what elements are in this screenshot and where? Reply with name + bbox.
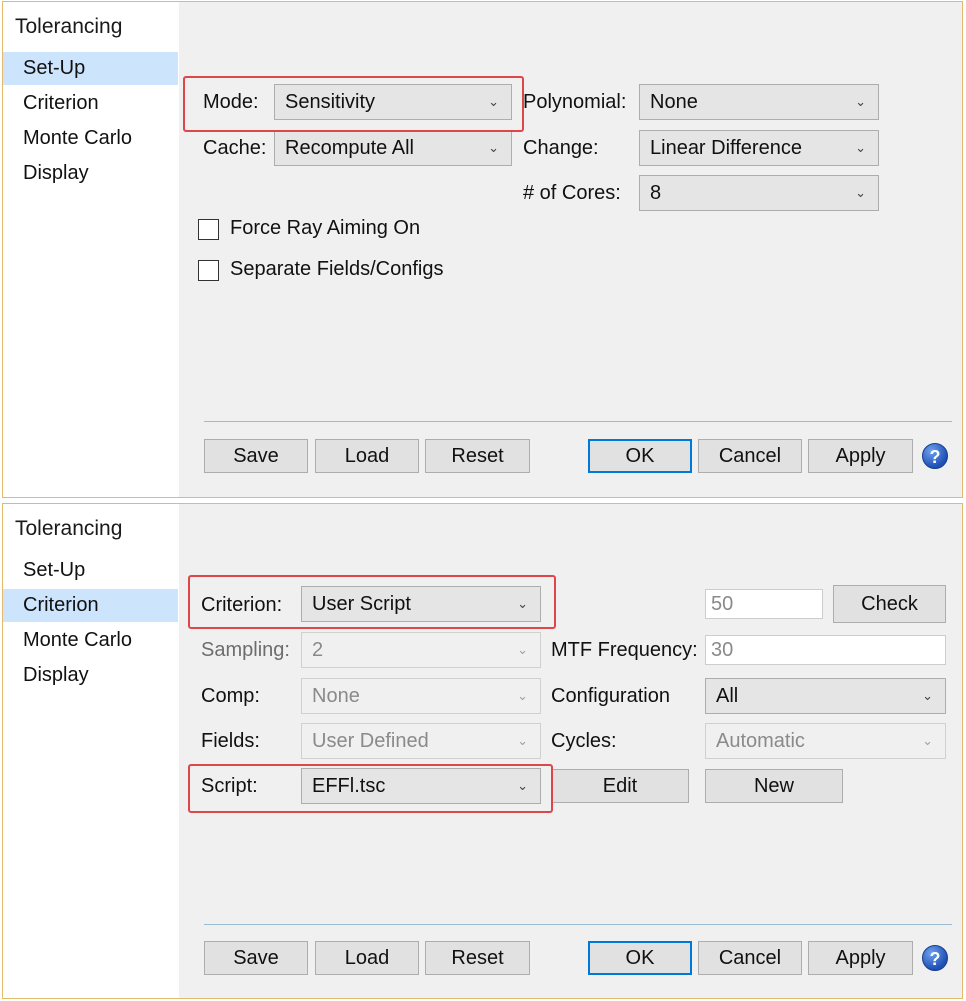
check-button[interactable]: Check [833, 585, 946, 623]
sidebar-nav: Set-Up Criterion Monte Carlo Display [3, 52, 178, 192]
fields-dropdown: User Defined ⌄ [301, 723, 541, 759]
chevron-down-icon: ⌄ [855, 94, 866, 109]
cache-label: Cache: [203, 137, 267, 159]
script-highlight-box [188, 764, 553, 813]
apply-button[interactable]: Apply [808, 439, 913, 473]
panel-title: Tolerancing [15, 517, 123, 540]
cancel-button[interactable]: Cancel [698, 941, 802, 975]
force-ray-aiming-label: Force Ray Aiming On [230, 217, 421, 239]
force-ray-aiming-checkbox[interactable] [198, 219, 219, 240]
change-value: Linear Difference [650, 137, 802, 159]
polynomial-label: Polynomial: [523, 91, 627, 113]
change-dropdown[interactable]: Linear Difference ⌄ [639, 130, 879, 166]
fields-label: Fields: [201, 730, 260, 752]
mtf-frequency-label: MTF Frequency: [551, 639, 698, 661]
chevron-down-icon: ⌄ [855, 140, 866, 155]
separate-fields-checkbox[interactable] [198, 260, 219, 281]
chevron-down-icon: ⌄ [488, 140, 499, 155]
separate-fields-label: Separate Fields/Configs [230, 258, 444, 280]
save-button[interactable]: Save [204, 439, 308, 473]
criterion-highlight-box [188, 575, 556, 629]
panel-title: Tolerancing [15, 15, 123, 38]
threshold-input[interactable]: 50 [705, 589, 823, 619]
help-icon[interactable]: ? [922, 443, 948, 469]
cycles-label: Cycles: [551, 730, 617, 752]
save-button[interactable]: Save [204, 941, 308, 975]
chevron-down-icon: ⌄ [922, 733, 933, 748]
chevron-down-icon: ⌄ [855, 185, 866, 200]
comp-value: None [312, 685, 360, 707]
cycles-dropdown: Automatic ⌄ [705, 723, 946, 759]
mode-highlight-box [183, 76, 524, 132]
help-icon[interactable]: ? [922, 945, 948, 971]
cores-value: 8 [650, 182, 662, 204]
comp-label: Comp: [201, 685, 260, 707]
nav-item-setup[interactable]: Set-Up [3, 52, 178, 85]
change-label: Change: [523, 137, 599, 159]
cache-value: Recompute All [285, 137, 414, 159]
polynomial-value: None [650, 91, 698, 113]
configuration-label: Configuration [551, 685, 670, 707]
chevron-down-icon: ⌄ [517, 733, 528, 748]
fields-value: User Defined [312, 730, 429, 752]
chevron-down-icon: ⌄ [517, 642, 528, 657]
nav-item-display[interactable]: Display [3, 659, 178, 692]
cancel-button[interactable]: Cancel [698, 439, 802, 473]
ok-button[interactable]: OK [588, 941, 692, 975]
nav-item-setup[interactable]: Set-Up [3, 554, 178, 587]
reset-button[interactable]: Reset [425, 941, 530, 975]
edit-button[interactable]: Edit [551, 769, 689, 803]
comp-dropdown: None ⌄ [301, 678, 541, 714]
cores-dropdown[interactable]: 8 ⌄ [639, 175, 879, 211]
cores-label: # of Cores: [523, 182, 621, 204]
sampling-dropdown: 2 ⌄ [301, 632, 541, 668]
ok-button[interactable]: OK [588, 439, 692, 473]
tolerancing-criterion-panel: Tolerancing Set-Up Criterion Monte Carlo… [2, 503, 963, 999]
nav-item-criterion[interactable]: Criterion [3, 589, 178, 622]
nav-item-monte-carlo[interactable]: Monte Carlo [3, 122, 178, 155]
chevron-down-icon: ⌄ [517, 688, 528, 703]
tolerancing-setup-panel: Tolerancing Set-Up Criterion Monte Carlo… [2, 1, 963, 498]
configuration-value: All [716, 685, 739, 707]
nav-item-criterion[interactable]: Criterion [3, 87, 178, 120]
new-button[interactable]: New [705, 769, 843, 803]
load-button[interactable]: Load [315, 439, 419, 473]
divider [204, 421, 952, 422]
nav-item-monte-carlo[interactable]: Monte Carlo [3, 624, 178, 657]
sidebar-nav: Set-Up Criterion Monte Carlo Display [3, 554, 178, 694]
apply-button[interactable]: Apply [808, 941, 913, 975]
reset-button[interactable]: Reset [425, 439, 530, 473]
load-button[interactable]: Load [315, 941, 419, 975]
mtf-frequency-input[interactable]: 30 [705, 635, 946, 665]
configuration-dropdown[interactable]: All ⌄ [705, 678, 946, 714]
cycles-value: Automatic [716, 730, 805, 752]
sampling-value: 2 [312, 639, 324, 661]
cache-dropdown[interactable]: Recompute All ⌄ [274, 130, 512, 166]
sampling-label: Sampling: [201, 639, 290, 661]
divider [204, 924, 952, 925]
chevron-down-icon: ⌄ [922, 688, 933, 703]
nav-item-display[interactable]: Display [3, 157, 178, 190]
polynomial-dropdown[interactable]: None ⌄ [639, 84, 879, 120]
